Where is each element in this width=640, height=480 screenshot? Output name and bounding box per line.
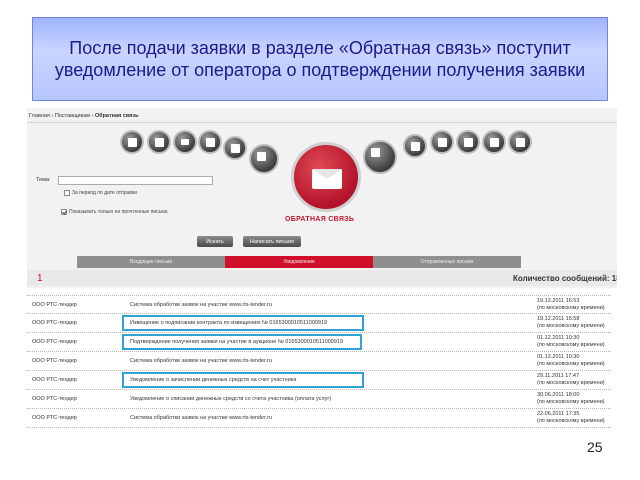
timezone: (по московскому времени) <box>537 418 605 424</box>
feedback-section-label: ОБРАТНАЯ СВЯЗЬ <box>285 216 355 223</box>
section-icon-11[interactable] <box>482 130 506 154</box>
subject-link[interactable]: Система обработки заявок на участие www.… <box>130 358 272 364</box>
date: 01.12.2011 10:30 (по московскому времени) <box>537 354 605 368</box>
section-icon-9[interactable] <box>430 130 454 154</box>
tab-notifications[interactable]: Уведомления <box>225 256 373 268</box>
date: 19.12.2011 16:53 (по московскому времени) <box>537 298 605 312</box>
section-icon-2[interactable] <box>147 130 171 154</box>
write-letter-button[interactable]: Написать письмо <box>243 236 301 247</box>
breadcrumb-home[interactable]: Главная <box>29 113 50 119</box>
sender: ООО РТС-тендер <box>32 320 77 326</box>
mail-tabs: Входящие письма Уведомления Отправленные… <box>27 256 617 268</box>
table-row[interactable]: ООО РТС-тендер Подтверждение получения з… <box>27 333 611 352</box>
date: 01.12.2011 10:30 (по московскому времени) <box>537 335 605 349</box>
page-indicator[interactable]: 1 <box>37 273 43 284</box>
period-checkbox[interactable] <box>64 190 70 196</box>
sender: ООО РТС-тендер <box>32 339 77 345</box>
book-icon <box>231 144 240 153</box>
document-icon <box>128 138 137 147</box>
sender: ООО РТС-тендер <box>32 358 77 364</box>
document-icon <box>155 138 164 147</box>
envelope-icon <box>312 169 342 189</box>
table-row[interactable]: ООО РТС-тендер Извещение о подписании ко… <box>27 314 611 333</box>
date-value: 19.12.2011 15:58 <box>537 316 580 322</box>
tab-sent[interactable]: Отправленные письма <box>373 256 521 268</box>
slide-title: После подачи заявки в разделе «Обратная … <box>54 38 586 80</box>
table-row[interactable]: ООО РТС-тендер Уведомление о зачислении … <box>27 371 611 390</box>
table-row[interactable]: ООО РТС-тендер Система обработки заявок … <box>27 352 611 371</box>
highlight-frame <box>122 315 364 331</box>
subject-label: Тема: <box>36 177 51 183</box>
section-icon-5[interactable] <box>223 136 247 160</box>
sender: ООО РТС-тендер <box>32 302 77 308</box>
section-icon-10[interactable] <box>456 130 480 154</box>
section-icon-7[interactable] <box>363 140 397 174</box>
table-row[interactable]: ООО РТС-тендер Система обработки заявок … <box>27 409 611 428</box>
subject-link[interactable]: Система обработки заявок на участие www.… <box>130 302 272 308</box>
feedback-section-button[interactable] <box>291 142 361 212</box>
document-icon <box>206 138 215 147</box>
section-icon-row <box>27 126 617 212</box>
timezone: (по московскому времени) <box>537 399 605 405</box>
unread-only-label: Показывать только не прочтенные письма <box>69 209 168 215</box>
messages-table: ООО РТС-тендер Система обработки заявок … <box>27 295 611 428</box>
calculator-icon <box>257 152 266 161</box>
highlight-frame <box>122 334 362 350</box>
search-button[interactable]: Искать <box>197 236 233 247</box>
sender: ООО РТС-тендер <box>32 415 77 421</box>
timezone: (по московскому времени) <box>537 380 605 386</box>
date: 19.12.2011 15:58 (по московскому времени) <box>537 316 605 330</box>
sender: ООО РТС-тендер <box>32 396 77 402</box>
subject-link[interactable]: Система обработки заявок на участие www.… <box>130 415 272 421</box>
subject-input[interactable] <box>58 176 213 185</box>
section-icon-12[interactable] <box>508 130 532 154</box>
date: 29.11.2011 17:47 (по московскому времени) <box>537 373 605 387</box>
date: 30.06.2011 18:00 (по московскому времени) <box>537 392 605 406</box>
section-icon-1[interactable] <box>120 130 144 154</box>
date-value: 19.12.2011 16:53 <box>537 298 580 304</box>
slide-number: 25 <box>587 439 603 455</box>
chart-icon <box>438 138 447 147</box>
timezone: (по московскому времени) <box>537 323 605 329</box>
highlight-frame <box>122 372 364 388</box>
slide-title-box: После подачи заявки в разделе «Обратная … <box>32 17 608 101</box>
period-label: За период по дате отправки <box>72 190 137 196</box>
ticket-icon <box>371 148 380 157</box>
section-icon-8[interactable] <box>403 134 427 158</box>
section-icon-3[interactable] <box>173 130 197 154</box>
document-icon <box>464 138 473 147</box>
app-screenshot: Главная › Поставщикам › Обратная связь О… <box>27 108 617 288</box>
tools-icon <box>411 142 420 151</box>
document-icon <box>490 138 499 147</box>
tab-inbox[interactable]: Входящие письма <box>77 256 225 268</box>
document-icon <box>516 138 525 147</box>
table-row[interactable]: ООО РТС-тендер Уведомление о списании де… <box>27 390 611 409</box>
breadcrumb: Главная › Поставщикам › Обратная связь <box>29 113 139 119</box>
date-value: 29.11.2011 17:47 <box>537 373 580 379</box>
timezone: (по московскому времени) <box>537 305 605 311</box>
message-count-bar: 1 Количество сообщений: 18 <box>27 270 617 286</box>
date-value: 30.06.2011 18:00 <box>537 392 580 398</box>
sender: ООО РТС-тендер <box>32 377 77 383</box>
date-value: 22.06.2011 17:35 <box>537 411 580 417</box>
unread-only-checkbox[interactable] <box>61 209 67 215</box>
breadcrumb-suppliers[interactable]: Поставщикам <box>55 113 90 119</box>
date-value: 01.12.2011 10:30 <box>537 354 580 360</box>
table-row[interactable]: ООО РТС-тендер Система обработки заявок … <box>27 295 611 314</box>
section-icon-6[interactable] <box>249 144 279 174</box>
section-icon-4[interactable] <box>198 130 222 154</box>
message-count: Количество сообщений: 18 <box>513 274 617 283</box>
slide: После подачи заявки в разделе «Обратная … <box>0 0 640 480</box>
divider <box>27 122 617 123</box>
subject-link[interactable]: Уведомление о списании денежных средств … <box>130 396 331 402</box>
folder-icon <box>181 139 189 145</box>
breadcrumb-current: Обратная связь <box>94 113 139 119</box>
timezone: (по московскому времени) <box>537 361 605 367</box>
date-value: 01.12.2011 10:30 <box>537 335 580 341</box>
timezone: (по московскому времени) <box>537 342 605 348</box>
date: 22.06.2011 17:35 (по московскому времени) <box>537 411 605 425</box>
